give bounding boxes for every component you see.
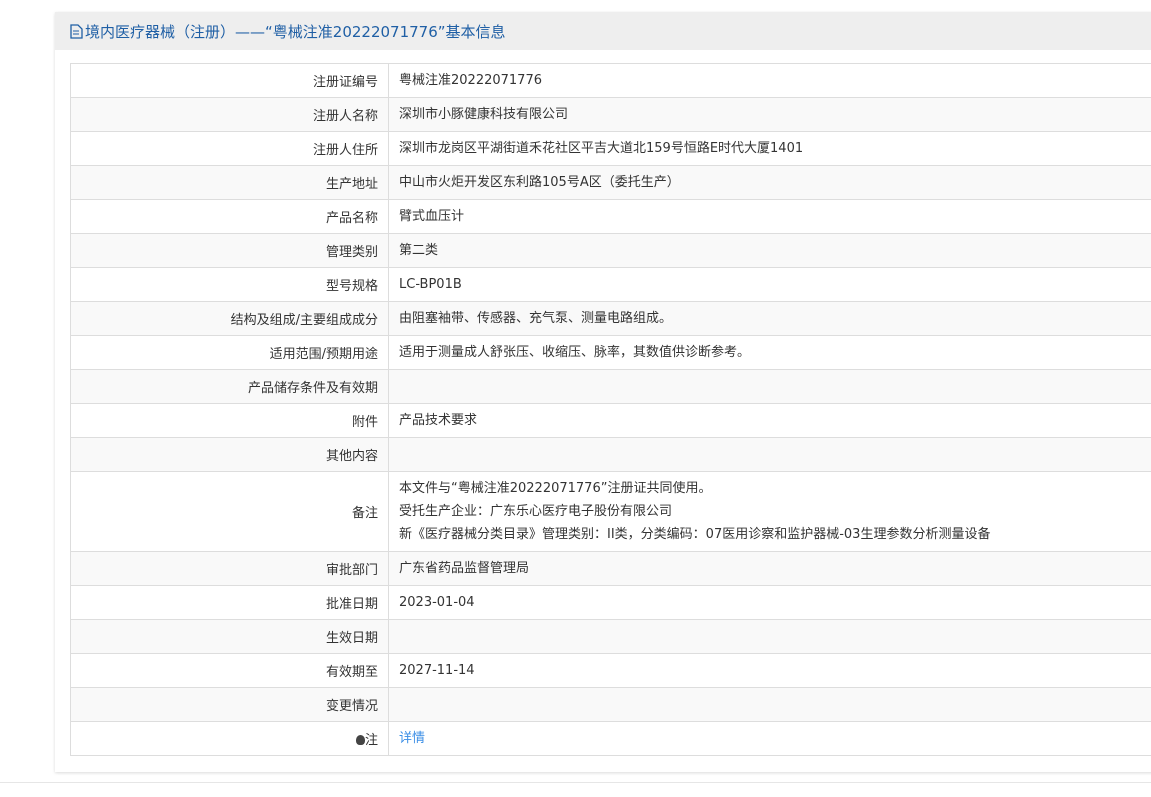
field-value: [388, 369, 1151, 404]
field-label: 审批部门: [70, 551, 389, 586]
page-title: 境内医疗器械（注册）——“粤械注准20222071776”基本信息: [85, 22, 506, 41]
field-label: 附件: [70, 403, 389, 438]
field-value: [388, 687, 1151, 722]
table-row: 有效期至 2027-11-14: [70, 653, 1151, 688]
field-label: 管理类别: [70, 233, 389, 268]
field-value: 2027-11-14: [388, 653, 1151, 688]
field-label: 有效期至: [70, 653, 389, 688]
table-row: 适用范围/预期用途 适用于测量成人舒张压、收缩压、脉率，其数值供诊断参考。: [70, 335, 1151, 370]
field-label: 注册证编号: [70, 63, 389, 98]
table-row: 产品名称 臂式血压计: [70, 199, 1151, 234]
field-value: 2023-01-04: [388, 585, 1151, 620]
field-value: 深圳市小豚健康科技有限公司: [388, 97, 1151, 132]
field-value: 中山市火炬开发区东利路105号A区（委托生产）: [388, 165, 1151, 200]
table-row: 附件 产品技术要求: [70, 403, 1151, 438]
field-value: 由阻塞袖带、传感器、充气泵、测量电路组成。: [388, 301, 1151, 336]
field-label: 适用范围/预期用途: [70, 335, 389, 370]
table-row: 变更情况: [70, 687, 1151, 722]
field-value: 产品技术要求: [388, 403, 1151, 438]
note-label: 注: [364, 733, 378, 748]
field-value: 臂式血压计: [388, 199, 1151, 234]
field-value: [388, 619, 1151, 654]
remark-line: 本文件与“粤械注准20222071776”注册证共同使用。: [399, 481, 712, 496]
panel-header: 境内医疗器械（注册）——“粤械注准20222071776”基本信息: [55, 12, 1151, 50]
table-row: 注册人住所 深圳市龙岗区平湖街道禾花社区平吉大道北159号恒路E时代大厦1401: [70, 131, 1151, 166]
lightbulb-icon: [355, 735, 365, 745]
remarks-value: 本文件与“粤械注准20222071776”注册证共同使用。 受托生产企业：广东乐心…: [388, 471, 1151, 552]
document-icon: [70, 23, 83, 39]
table-row: 型号规格 LC-BP01B: [70, 267, 1151, 302]
field-label: 产品名称: [70, 199, 389, 234]
field-label: 变更情况: [70, 687, 389, 722]
note-row: 注 详情: [70, 721, 1151, 756]
field-label: 备注: [70, 471, 389, 552]
info-panel: 境内医疗器械（注册）——“粤械注准20222071776”基本信息 注册证编号粤…: [55, 12, 1151, 772]
details-link[interactable]: 详情: [399, 731, 425, 746]
table-row: 审批部门 广东省药品监督管理局: [70, 551, 1151, 586]
info-table: 注册证编号 粤械注准20222071776 注册人名称 深圳市小豚健康科技有限公司 注册…: [70, 63, 1151, 756]
field-value: 广东省药品监督管理局: [388, 551, 1151, 586]
table-row: 注册证编号 粤械注准20222071776: [70, 63, 1151, 98]
field-value: [388, 437, 1151, 472]
divider: [0, 782, 1151, 783]
field-value: 第二类: [388, 233, 1151, 268]
field-label: 结构及组成/主要组成成分: [70, 301, 389, 336]
table-row: 生效日期: [70, 619, 1151, 654]
table-row: 结构及组成/主要组成成分 由阻塞袖带、传感器、充气泵、测量电路组成。: [70, 301, 1151, 336]
field-label: 产品储存条件及有效期: [70, 369, 389, 404]
table-row: 批准日期 2023-01-04: [70, 585, 1151, 620]
remark-line: 受托生产企业：广东乐心医疗电子股份有限公司: [399, 504, 673, 519]
field-value: 深圳市龙岗区平湖街道禾花社区平吉大道北159号恒路E时代大厦1401: [388, 131, 1151, 166]
table-row: 产品储存条件及有效期: [70, 369, 1151, 404]
field-label: 其他内容: [70, 437, 389, 472]
field-label: 注: [70, 721, 389, 756]
field-value: 粤械注准20222071776: [388, 63, 1151, 98]
table-row: 注册人名称 深圳市小豚健康科技有限公司: [70, 97, 1151, 132]
field-label: 型号规格: [70, 267, 389, 302]
field-label: 批准日期: [70, 585, 389, 620]
table-row: 生产地址 中山市火炬开发区东利路105号A区（委托生产）: [70, 165, 1151, 200]
field-label: 注册人名称: [70, 97, 389, 132]
remark-line: 新《医疗器械分类目录》管理类别：II类，分类编码：07医用诊察和监护器械-03生…: [399, 527, 991, 542]
field-value: LC-BP01B: [388, 267, 1151, 302]
remarks-row: 备注 本文件与“粤械注准20222071776”注册证共同使用。 受托生产企业：广东…: [70, 471, 1151, 552]
field-value: 适用于测量成人舒张压、收缩压、脉率，其数值供诊断参考。: [388, 335, 1151, 370]
field-label: 生产地址: [70, 165, 389, 200]
field-label: 生效日期: [70, 619, 389, 654]
field-label: 注册人住所: [70, 131, 389, 166]
table-row: 管理类别 第二类: [70, 233, 1151, 268]
table-row: 其他内容: [70, 437, 1151, 472]
